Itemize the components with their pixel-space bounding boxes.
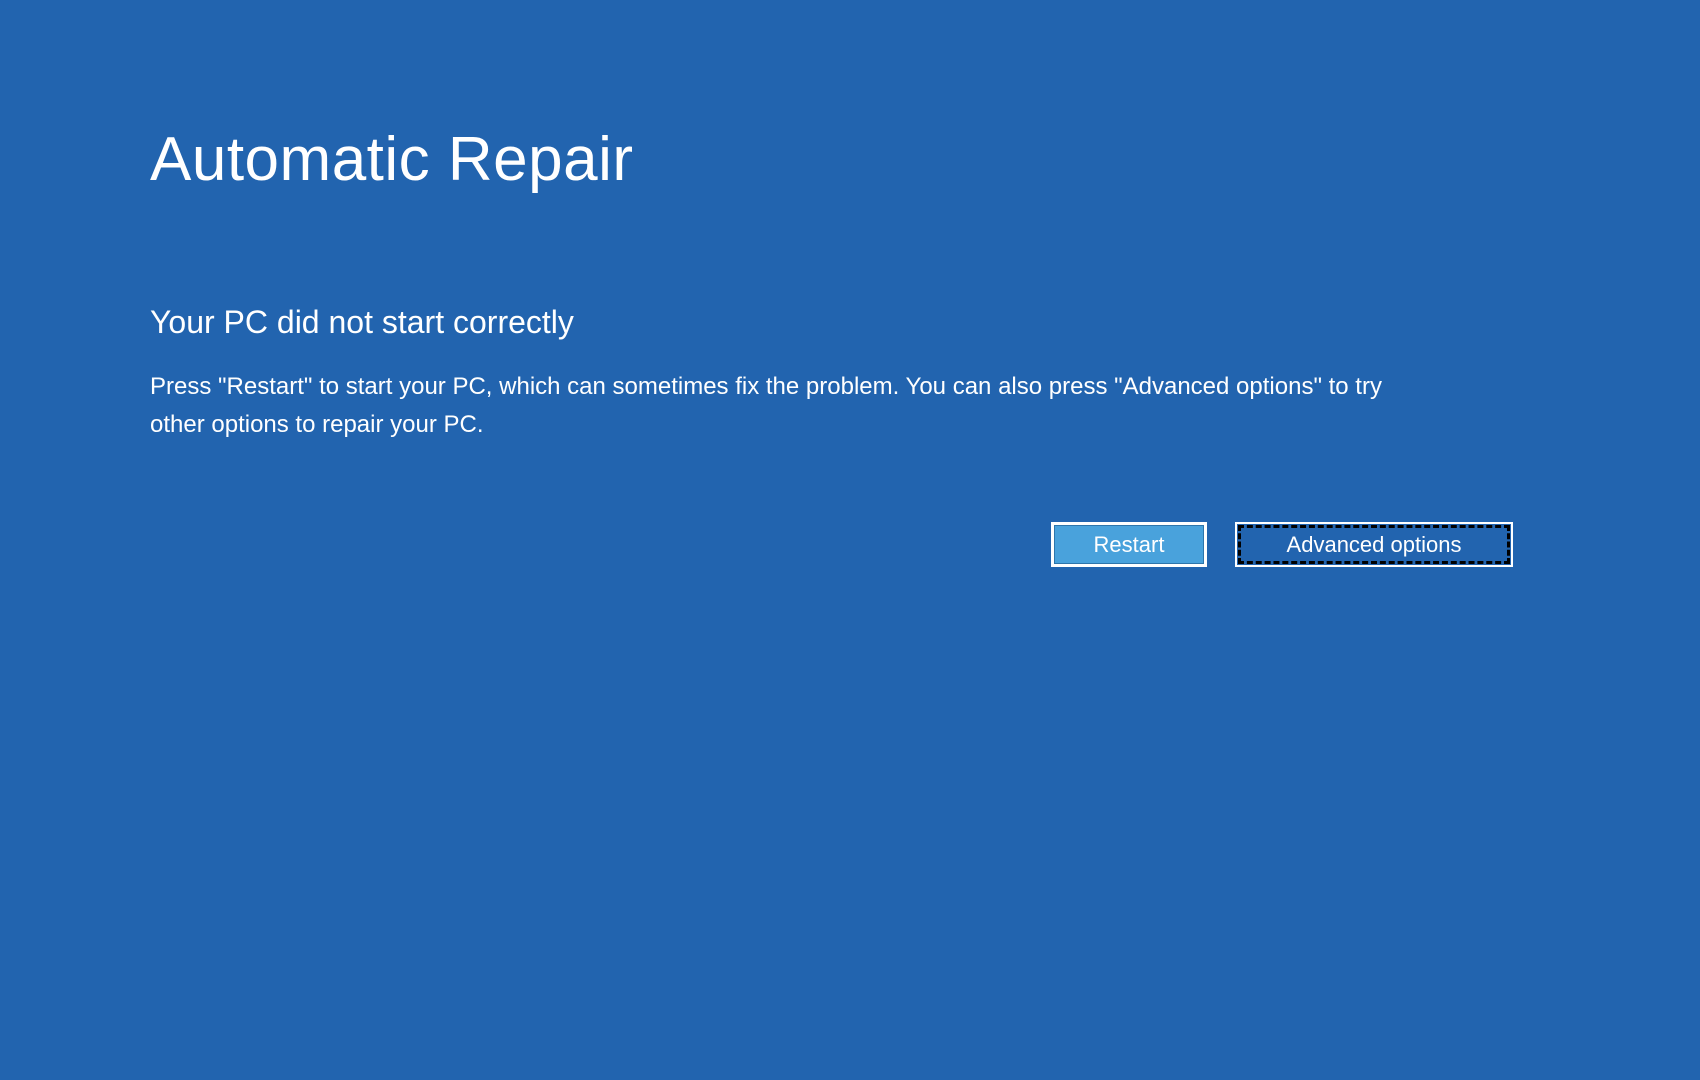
automatic-repair-screen: Automatic Repair Your PC did not start c… — [0, 0, 1700, 1080]
status-heading: Your PC did not start correctly — [150, 304, 574, 340]
restart-button[interactable]: Restart — [1051, 522, 1207, 567]
action-buttons: Restart Advanced options — [1051, 522, 1513, 567]
advanced-options-button-label: Advanced options — [1287, 532, 1462, 558]
page-title: Automatic Repair — [150, 126, 634, 194]
restart-button-label: Restart — [1094, 532, 1165, 558]
status-description: Press "Restart" to start your PC, which … — [150, 368, 1382, 444]
advanced-options-button[interactable]: Advanced options — [1235, 522, 1513, 567]
